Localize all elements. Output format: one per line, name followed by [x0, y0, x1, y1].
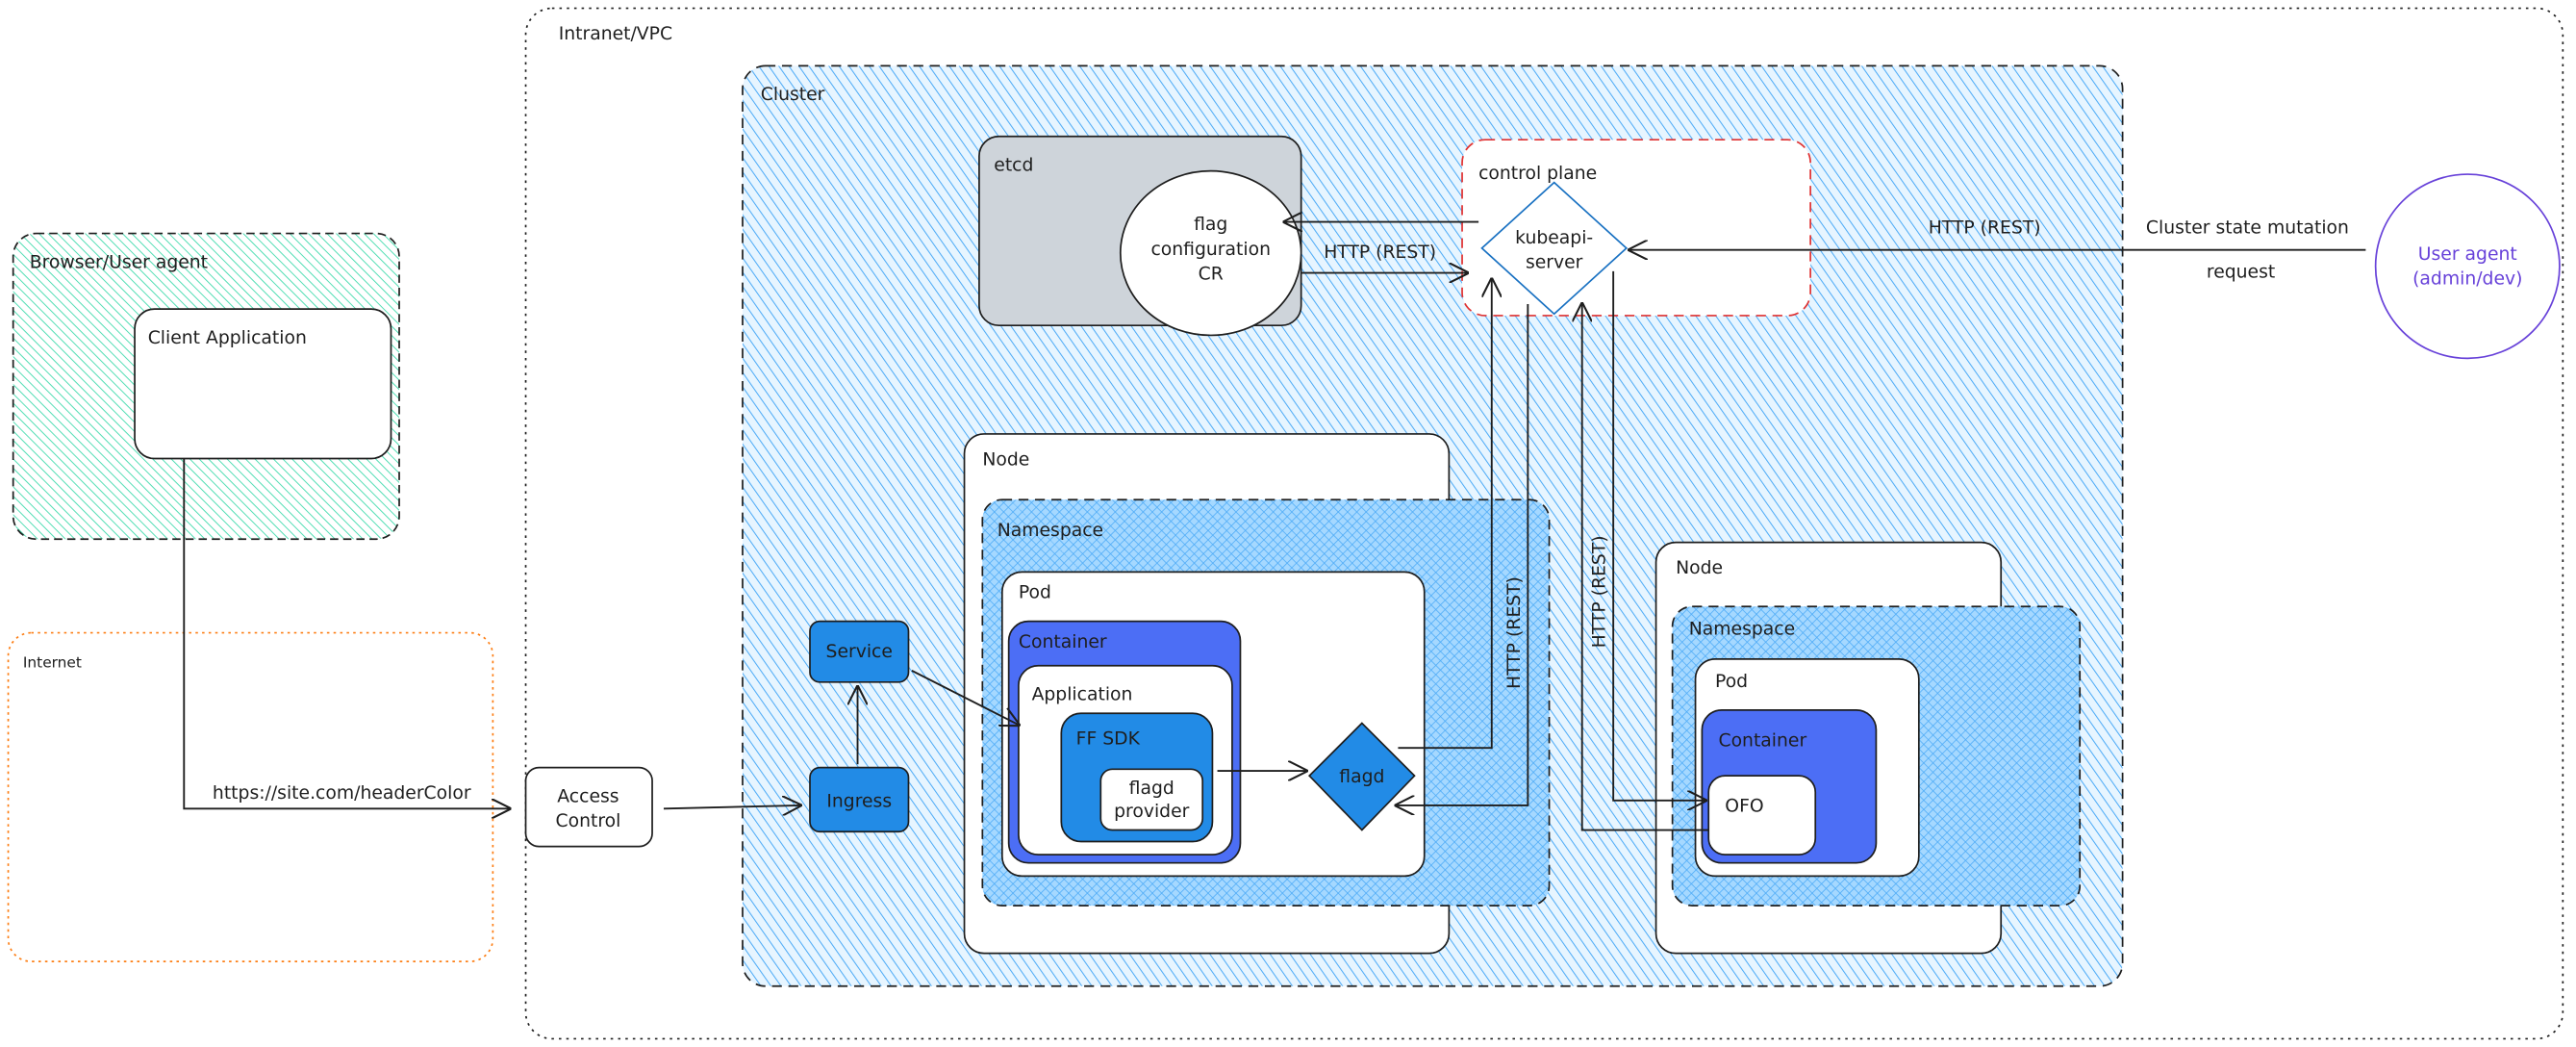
- flag-cr-label: configuration: [1150, 240, 1270, 260]
- user-request-label: Cluster state mutation: [2146, 218, 2349, 239]
- service-label: Service: [826, 642, 893, 662]
- access-control-label: Control: [556, 811, 621, 831]
- pod-2-label: Pod: [1715, 672, 1748, 692]
- user-http-label: HTTP (REST): [1929, 218, 2041, 239]
- user-agent-label: (admin/dev): [2412, 268, 2522, 289]
- access-control-label: Access: [557, 786, 619, 806]
- node-1-label: Node: [982, 449, 1029, 470]
- flagd-provider-label: flagd: [1129, 779, 1174, 799]
- architecture-diagram: Intranet/VPC Browser/User agent Client A…: [7, 7, 2564, 1040]
- node-2-label: Node: [1676, 558, 1723, 578]
- ofo-label: OFO: [1725, 797, 1763, 817]
- flagd-http-label: HTTP (REST): [1504, 576, 1525, 689]
- namespace-1-label: Namespace: [998, 521, 1103, 541]
- user-request-label: request: [2207, 263, 2275, 283]
- flagd-label: flagd: [1339, 767, 1384, 787]
- access-control-box[interactable]: [524, 766, 653, 848]
- client-application-label: Client Application: [148, 328, 307, 348]
- flag-cr-label: CR: [1199, 264, 1224, 284]
- application-label: Application: [1032, 685, 1133, 705]
- user-agent-circle[interactable]: [2374, 173, 2561, 360]
- ingress-label: Ingress: [826, 792, 892, 812]
- user-agent-label: User agent: [2418, 244, 2517, 265]
- container-1-label: Container: [1019, 632, 1107, 652]
- container-2-label: Container: [1718, 730, 1806, 751]
- client-url-label: https://site.com/headerColor: [213, 783, 471, 804]
- etcd-label: etcd: [994, 156, 1033, 176]
- pod-1-label: Pod: [1019, 583, 1051, 603]
- flagd-provider-label: provider: [1114, 802, 1189, 822]
- browser-zone: Browser/User agent Client Application: [12, 232, 400, 541]
- cluster-label: Cluster: [761, 85, 825, 105]
- kubeapi-label: server: [1526, 252, 1583, 272]
- flag-cr-label: flag: [1194, 215, 1227, 235]
- intranet-label: Intranet/VPC: [559, 24, 672, 44]
- namespace-2-label: Namespace: [1689, 619, 1795, 639]
- etcd-http-label: HTTP (REST): [1324, 243, 1436, 263]
- ff-sdk-label: FF SDK: [1076, 729, 1141, 750]
- internet-label: Internet: [23, 653, 82, 671]
- control-plane-label: control plane: [1478, 164, 1597, 184]
- kubeapi-label: kubeapi-: [1515, 228, 1593, 248]
- browser-label: Browser/User agent: [30, 252, 208, 272]
- ofo-http-label: HTTP (REST): [1590, 535, 1610, 648]
